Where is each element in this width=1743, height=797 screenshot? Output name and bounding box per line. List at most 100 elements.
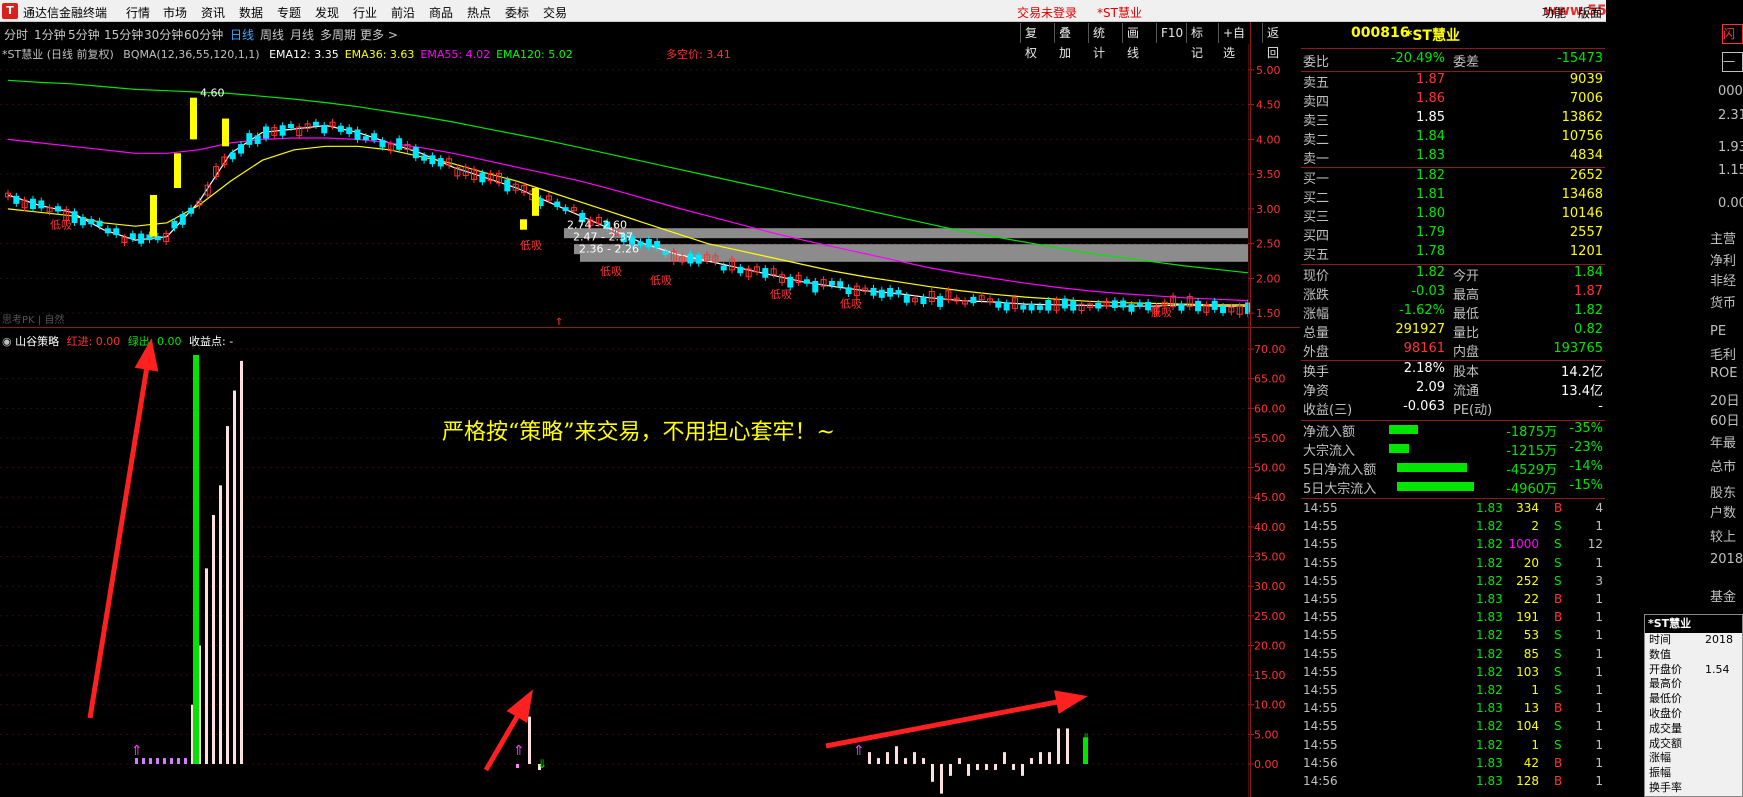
tick-row[interactable]: 14:55 1.82 103 S 1 [1301, 665, 1605, 683]
tick-price: 1.82 [1476, 555, 1503, 570]
menu-item-news[interactable]: 资讯 [201, 4, 225, 21]
menu-item-frontier[interactable]: 前沿 [391, 4, 415, 21]
stat-label: 流通 [1453, 384, 1480, 399]
order-book-row[interactable]: 买五 1.78 1201 [1301, 244, 1605, 263]
timeframe-10[interactable]: 更多 > [360, 26, 398, 43]
menu-item-discover[interactable]: 发现 [315, 4, 339, 21]
toolbar-btn-2[interactable]: 统计 [1088, 23, 1109, 60]
level-price: 1.82 [1416, 168, 1445, 183]
f10-label[interactable]: ROE [1710, 366, 1737, 381]
menu-item-data[interactable]: 数据 [239, 4, 263, 21]
f10-label[interactable]: 净利 [1710, 250, 1736, 269]
order-book-row[interactable]: 买二 1.81 13468 [1301, 187, 1605, 206]
level-label: 买二 [1303, 191, 1330, 206]
tick-row[interactable]: 14:55 1.82 104 S 1 [1301, 719, 1605, 737]
axis-label: 2.50 [1256, 238, 1281, 251]
tick-row[interactable]: 14:55 1.82 1 S 1 [1301, 683, 1605, 701]
stat-value: -0.063 [1403, 399, 1445, 414]
menu-item-commodity[interactable]: 商品 [429, 4, 453, 21]
f10-label[interactable]: 60日 [1710, 410, 1740, 429]
f10-label[interactable]: 较上 [1710, 526, 1736, 545]
f10-label[interactable]: 非经 [1710, 270, 1736, 289]
f10-label[interactable]: 年最 [1710, 432, 1736, 451]
candle-body [29, 198, 36, 210]
timeframe-1[interactable]: 1分钟 [34, 26, 66, 43]
order-book-row[interactable]: 买一 1.82 2652 [1301, 168, 1605, 187]
menu-item-function[interactable]: 功能 [1542, 4, 1566, 21]
timeframe-7[interactable]: 周线 [260, 26, 284, 43]
order-book-row[interactable]: 卖四 1.86 7006 [1301, 91, 1605, 110]
f10-label[interactable]: 20日 [1710, 390, 1740, 409]
order-book-row[interactable]: 买三 1.80 10146 [1301, 206, 1605, 225]
order-book-row[interactable]: 卖一 1.83 4834 [1301, 148, 1605, 167]
timeframe-8[interactable]: 月线 [290, 26, 314, 43]
timeframe-0[interactable]: 分时 [4, 26, 28, 43]
timeframe-3[interactable]: 15分钟 [104, 26, 143, 43]
menu-item-bids[interactable]: 委标 [505, 4, 529, 21]
flow-amount: -4960万 [1506, 482, 1557, 497]
f10-label[interactable]: 总市 [1710, 456, 1736, 475]
tick-row[interactable]: 14:55 1.82 1 S 1 [1301, 738, 1605, 756]
tick-list[interactable]: 14:55 1.83 334 B 4 14:55 1.82 2 S 1 14:55 1.82 1000 S… [1301, 501, 1605, 797]
tick-row[interactable]: 14:55 1.82 53 S 1 [1301, 628, 1605, 646]
tick-row[interactable]: 14:55 1.83 334 B 4 [1301, 501, 1605, 519]
fundamental-stats: 换手 2.18% 股本 14.2亿 净资 2.09 流通 13.4亿 收益(三) -0.063 PE… [1301, 361, 1605, 419]
order-book-row[interactable]: 卖二 1.84 10756 [1301, 129, 1605, 148]
f10-label[interactable]: 主营 [1710, 228, 1736, 247]
level-volume: 2652 [1569, 168, 1603, 183]
tab-flash[interactable]: 闪电 [1722, 24, 1743, 44]
f10-label[interactable]: 毛利 [1710, 344, 1736, 363]
toolbar-btn-3[interactable]: 画线 [1122, 23, 1143, 60]
tick-row[interactable]: 14:55 1.82 252 S 3 [1301, 574, 1605, 592]
timeframe-5[interactable]: 60分钟 [184, 26, 223, 43]
menu-item-industry[interactable]: 行业 [353, 4, 377, 21]
menu-item-market[interactable]: 市场 [163, 4, 187, 21]
toolbar-btn-1[interactable]: 叠加 [1054, 23, 1075, 60]
level-volume: 7006 [1569, 91, 1603, 106]
tick-row[interactable]: 14:55 1.83 22 B 1 [1301, 592, 1605, 610]
tick-row[interactable]: 14:55 1.82 2 S 1 [1301, 519, 1605, 537]
timeframe-6[interactable]: 日线 [230, 26, 254, 43]
data-window[interactable]: *ST慧业 时间 2018 数值 开盘价 1.54 最高价 最低价 收盘价 成交量 成交额 涨幅 振幅… [1644, 614, 1743, 797]
tab-onekey[interactable]: 一键 [1722, 52, 1743, 72]
toolbar-btn-0[interactable]: 复权 [1020, 23, 1041, 60]
order-book-row[interactable]: 卖五 1.87 9039 [1301, 72, 1605, 91]
timeframe-9[interactable]: 多周期 [320, 26, 356, 43]
login-status[interactable]: 交易未登录 [1017, 4, 1077, 21]
toolbar-btn-4[interactable]: F10 [1156, 23, 1187, 43]
highlight-candle [174, 153, 181, 189]
tick-row[interactable]: 14:55 1.83 191 B 1 [1301, 610, 1605, 628]
menu-item-topics[interactable]: 专题 [277, 4, 301, 21]
quote-header: 000816 *ST慧业 [1301, 25, 1605, 45]
menu-item-layout[interactable]: 版面 [1578, 4, 1602, 21]
tick-row[interactable]: 14:55 1.82 20 S 1 [1301, 556, 1605, 574]
menu-item-hot[interactable]: 热点 [467, 4, 491, 21]
f10-label[interactable]: 户数 [1710, 502, 1736, 521]
toolbar-btn-6[interactable]: +自选 [1218, 23, 1249, 60]
tick-volume: 334 [1516, 501, 1539, 515]
f10-label[interactable]: 2018 [1710, 552, 1743, 567]
tick-row[interactable]: 14:56 1.83 128 B 1 [1301, 774, 1605, 792]
tick-row[interactable]: 14:55 1.82 85 S 1 [1301, 647, 1605, 665]
menu-item-trade[interactable]: 交易 [543, 4, 567, 21]
candle-body [654, 241, 661, 249]
f10-label[interactable]: 货币 [1710, 292, 1736, 311]
order-book-row[interactable]: 买四 1.79 2557 [1301, 225, 1605, 244]
f10-label[interactable]: 基金 [1710, 586, 1736, 605]
menu-item-quotes[interactable]: 行情 [126, 4, 150, 21]
timeframe-4[interactable]: 30分钟 [144, 26, 183, 43]
toolbar-btn-7[interactable]: 返回 [1262, 23, 1283, 60]
timeframe-2[interactable]: 5分钟 [68, 26, 100, 43]
main-chart[interactable]: 4.602.74 - 2.602.47 - 2.372.36 - 2.26低吸低… [0, 44, 1300, 327]
f10-label[interactable]: PE [1710, 324, 1726, 339]
toolbar-btn-5[interactable]: 标记 [1186, 23, 1207, 60]
order-book-row[interactable]: 卖三 1.85 13862 [1301, 110, 1605, 129]
strategy-bar [226, 426, 229, 764]
tick-side: S [1554, 719, 1562, 734]
strategy-chart[interactable]: ⇑ ⇑ ⇑ ⇓ ⇓ [0, 328, 1248, 797]
f10-label[interactable]: 股东 [1710, 482, 1736, 501]
tick-row[interactable]: 14:56 1.83 42 B 1 [1301, 756, 1605, 774]
tick-row[interactable]: 14:55 1.82 1000 S 12 [1301, 537, 1605, 555]
tick-row[interactable]: 14:55 1.83 13 B 1 [1301, 701, 1605, 719]
stat-value: 98161 [1403, 341, 1445, 356]
